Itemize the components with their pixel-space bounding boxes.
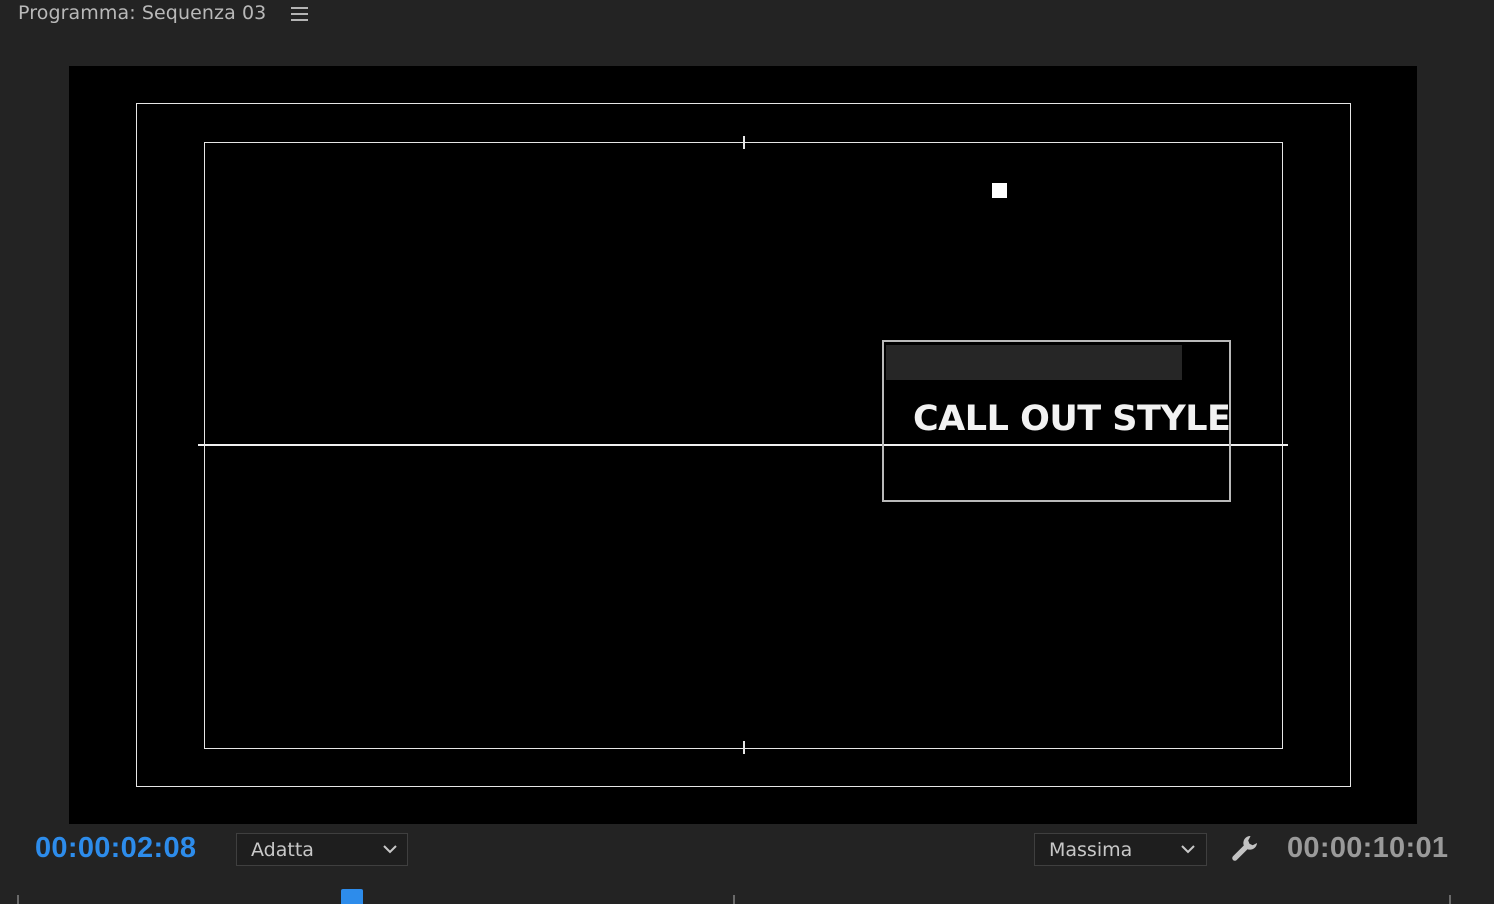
zoom-level-dropdown[interactable]: Adatta <box>236 833 408 866</box>
callout-text-graphic[interactable]: CALL OUT STYLE <box>882 340 1231 502</box>
zoom-level-label: Adatta <box>251 839 314 861</box>
playhead-handle[interactable] <box>341 889 363 904</box>
current-timecode[interactable]: 00:00:02:08 <box>35 832 196 865</box>
ruler-tick <box>733 895 735 904</box>
chevron-down-icon <box>1181 845 1195 854</box>
wrench-icon[interactable] <box>1229 833 1261 865</box>
hamburger-menu-icon[interactable] <box>291 7 308 21</box>
playback-resolution-dropdown[interactable]: Massima <box>1034 833 1207 866</box>
program-monitor-canvas[interactable]: CALL OUT STYLE <box>69 66 1417 824</box>
playback-resolution-label: Massima <box>1049 839 1133 861</box>
ruler-tick <box>1449 895 1451 904</box>
chevron-down-icon <box>383 845 397 854</box>
duration-timecode: 00:00:10:01 <box>1287 832 1449 864</box>
timeline-ruler[interactable] <box>0 884 1494 904</box>
anchor-point-handle[interactable] <box>992 183 1007 198</box>
callout-bar <box>886 345 1182 380</box>
program-monitor-panel: Programma: Sequenza 03 CALL OUT STYLE 00… <box>0 0 1494 904</box>
panel-header: Programma: Sequenza 03 <box>0 0 1494 30</box>
top-center-tick <box>743 136 745 149</box>
bottom-center-tick <box>743 741 745 754</box>
ruler-tick <box>17 895 19 904</box>
panel-title[interactable]: Programma: Sequenza 03 <box>18 2 266 24</box>
callout-text: CALL OUT STYLE <box>913 399 1231 439</box>
